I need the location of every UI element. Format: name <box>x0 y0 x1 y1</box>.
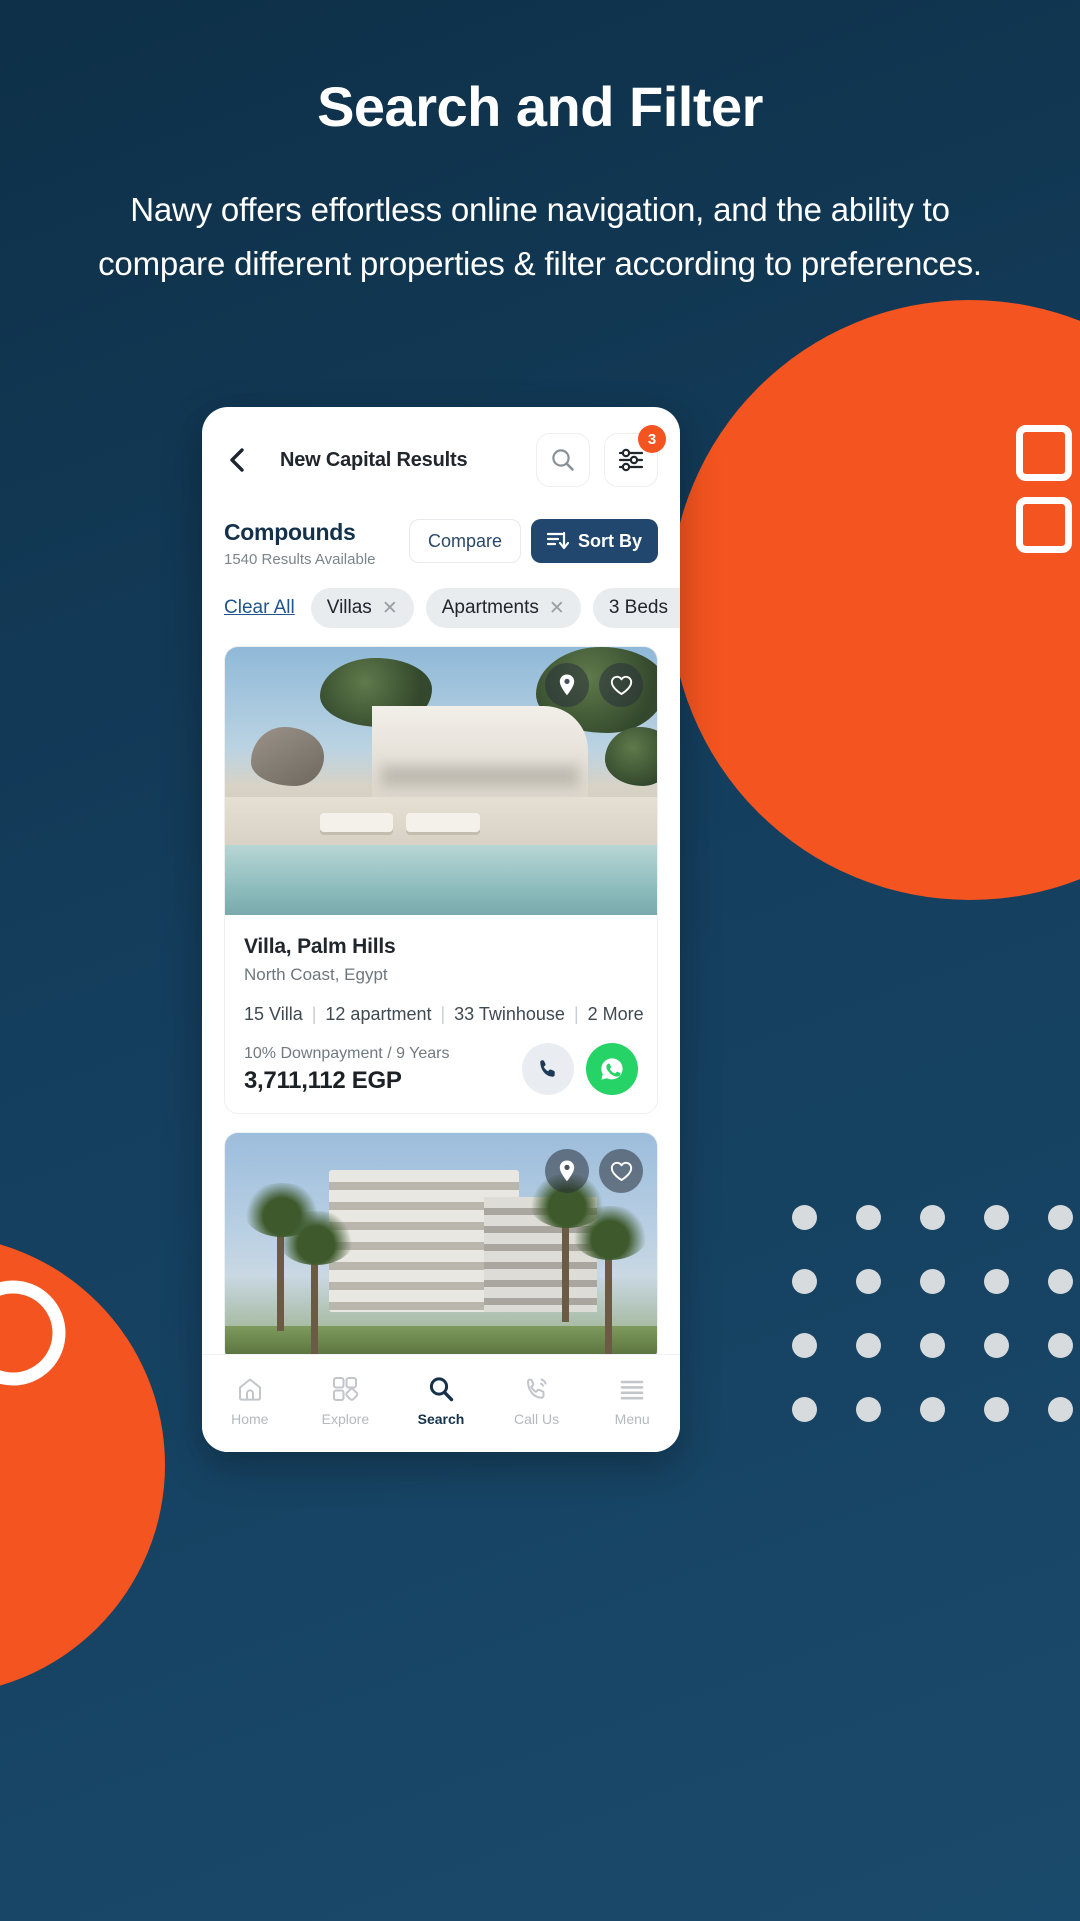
filter-chip-villas[interactable]: Villas ✕ <box>310 588 414 628</box>
compare-button[interactable]: Compare <box>408 519 521 563</box>
nav-item-home[interactable]: Home <box>202 1374 298 1427</box>
filter-button[interactable]: 3 <box>604 425 666 487</box>
listing-contact-actions <box>522 1043 638 1095</box>
active-filters-row: Clear All Villas ✕ Apartments ✕ 3 Beds ✕ <box>202 568 680 646</box>
unit-type-more[interactable]: 2 More <box>588 1004 644 1025</box>
whatsapp-button[interactable] <box>586 1043 638 1095</box>
sort-by-label: Sort By <box>577 530 642 551</box>
listing-payment-plan: 10% Downpayment / 9 Years <box>244 1045 450 1062</box>
app-screen-title: New Capital Results <box>280 448 468 471</box>
search-icon <box>429 1377 454 1402</box>
separator: | <box>573 1004 579 1024</box>
bottom-navigation: Home Explore Search Call Us Menu <box>202 1354 680 1452</box>
map-button[interactable] <box>545 663 589 707</box>
favorite-button[interactable] <box>599 1149 643 1193</box>
hero-section: Search and Filter Nawy offers effortless… <box>0 75 1080 292</box>
compounds-title: Compounds <box>224 519 356 545</box>
page-subtitle: Nawy offers effortless online navigation… <box>98 190 982 283</box>
filter-chip-3-beds[interactable]: 3 Beds ✕ <box>592 588 680 628</box>
separator: | <box>440 1004 446 1024</box>
listing-photo <box>225 1133 657 1363</box>
chip-label: Apartments <box>441 597 539 618</box>
grid-icon <box>333 1377 359 1401</box>
listing-title: Villa, Palm Hills <box>244 935 396 958</box>
nav-item-explore[interactable]: Explore <box>298 1374 394 1427</box>
listings-scroll-area[interactable]: Villa, Palm Hills North Coast, Egypt 15 … <box>202 646 680 1452</box>
unit-type: 33 Twinhouse <box>454 1004 565 1024</box>
listing-price-row: 10% Downpayment / 9 Years 3,711,112 EGP <box>244 1043 638 1095</box>
nav-item-call-us[interactable]: Call Us <box>489 1374 585 1427</box>
call-button[interactable] <box>522 1043 574 1095</box>
results-count: 1540 Results Available <box>224 551 376 568</box>
phone-icon <box>540 1060 555 1077</box>
sort-descending-icon <box>546 531 569 550</box>
close-icon[interactable]: ✕ <box>382 597 398 620</box>
nav-label: Explore <box>321 1411 370 1427</box>
close-icon[interactable]: ✕ <box>678 597 680 620</box>
listing-card[interactable]: Villa, Palm Hills North Coast, Egypt 15 … <box>224 646 658 1114</box>
nav-item-menu[interactable]: Menu <box>584 1374 680 1427</box>
map-pin-icon <box>559 674 575 696</box>
nav-label: Home <box>231 1411 269 1427</box>
photo-action-buttons <box>545 663 643 707</box>
home-icon <box>238 1378 261 1401</box>
nav-label: Menu <box>614 1411 650 1427</box>
page-background: Search and Filter Nawy offers effortless… <box>0 0 1080 1921</box>
heart-icon <box>610 675 632 695</box>
favorite-button[interactable] <box>599 663 643 707</box>
listing-unit-types: 15 Villa | 12 apartment | 33 Twinhouse |… <box>244 1004 644 1025</box>
heart-icon <box>610 1161 632 1181</box>
hamburger-icon <box>620 1380 644 1400</box>
clear-all-link[interactable]: Clear All <box>224 597 299 619</box>
phone-mockup: New Capital Results 3 Compounds 1540 Res… <box>202 407 680 1452</box>
listing-photo <box>225 647 657 915</box>
chip-label: Villas <box>326 597 372 618</box>
close-icon[interactable]: ✕ <box>549 597 565 620</box>
phone-ring-icon <box>526 1378 547 1399</box>
unit-type: 12 apartment <box>325 1004 432 1024</box>
listing-price: 3,711,112 EGP <box>244 1067 402 1094</box>
nav-label: Call Us <box>514 1411 560 1427</box>
unit-type: 15 Villa <box>244 1004 303 1024</box>
map-button[interactable] <box>545 1149 589 1193</box>
page-title: Search and Filter <box>317 75 763 138</box>
back-button[interactable] <box>224 445 250 475</box>
filter-chip-apartments[interactable]: Apartments ✕ <box>425 588 581 628</box>
decorative-square-icon <box>1016 497 1072 553</box>
map-pin-icon <box>559 1160 575 1182</box>
listing-details: Villa, Palm Hills North Coast, Egypt 15 … <box>225 915 657 1113</box>
listing-card[interactable] <box>224 1132 658 1364</box>
photo-action-buttons <box>545 1149 643 1193</box>
decorative-squares <box>1016 425 1072 553</box>
decorative-dot-grid <box>792 1205 1080 1429</box>
filter-count-badge: 3 <box>638 425 666 453</box>
nav-label: Search <box>417 1411 465 1427</box>
compounds-summary-text: Compounds 1540 Results Available <box>224 519 409 568</box>
app-header: New Capital Results 3 <box>202 407 680 501</box>
decorative-square-icon <box>1016 425 1072 481</box>
chip-label: 3 Beds <box>608 597 668 618</box>
whatsapp-icon <box>601 1058 623 1080</box>
decorative-magnifier-icon <box>0 1280 66 1386</box>
sort-by-button[interactable]: Sort By <box>530 519 658 563</box>
nav-item-search[interactable]: Search <box>393 1374 489 1427</box>
search-icon <box>552 449 574 471</box>
decorative-orange-circle-right <box>670 300 1080 900</box>
sliders-icon <box>618 448 644 472</box>
listing-location: North Coast, Egypt <box>244 965 388 984</box>
compounds-summary-row: Compounds 1540 Results Available Compare… <box>202 501 680 568</box>
search-button[interactable] <box>536 433 590 487</box>
chevron-left-icon <box>230 448 244 472</box>
separator: | <box>311 1004 317 1024</box>
